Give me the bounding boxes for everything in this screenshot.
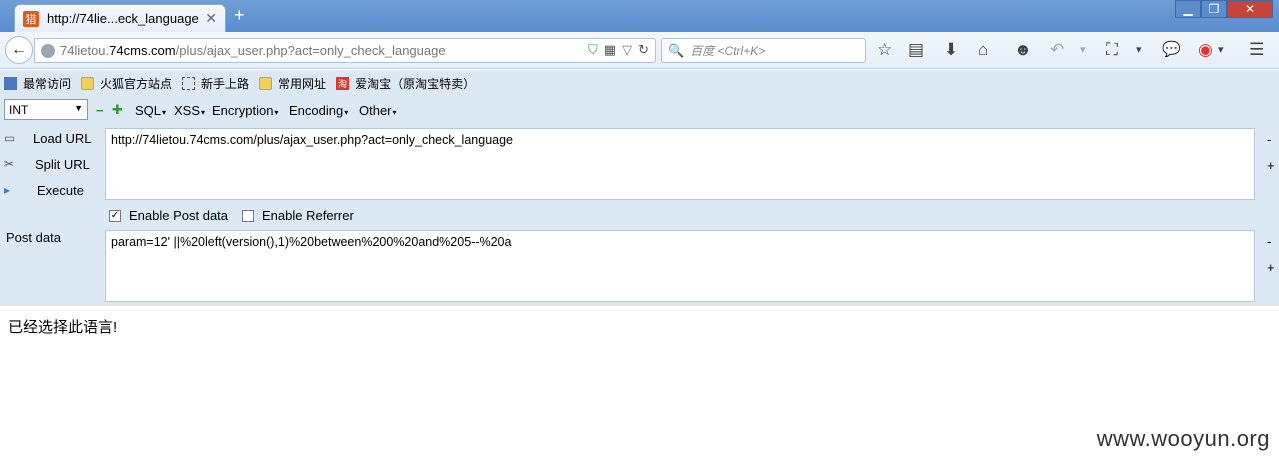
url-text: 74lietou.74cms.com/plus/ajax_user.php?ac… [60, 43, 446, 58]
tab-close-icon[interactable]: ✕ [205, 10, 217, 27]
chevron-down-icon: ▼ [74, 103, 83, 113]
minimize-button[interactable]: ▁ [1175, 0, 1201, 18]
post-expand-button[interactable]: + [1267, 260, 1275, 275]
type-select[interactable]: INT ▼ [4, 99, 88, 120]
undo-dropdown-icon[interactable]: ▾ [1080, 41, 1086, 59]
dashed-page-icon [182, 76, 196, 90]
url-shrink-button[interactable]: - [1267, 132, 1271, 147]
tab-favicon-icon: 猎 [23, 10, 39, 27]
folder-icon [259, 76, 273, 90]
chat-icon[interactable]: 💬 [1162, 41, 1181, 59]
crop-icon[interactable]: ⛶ [1106, 41, 1118, 59]
menu-xss[interactable]: XSS [174, 103, 205, 118]
menu-encryption[interactable]: Encryption [212, 103, 278, 118]
tab-title: http://74lie...eck_language [47, 11, 199, 26]
split-url-label: Split URL [35, 156, 90, 172]
watermark: www.wooyun.org [1096, 426, 1270, 451]
split-url-button[interactable]: ✂ Split URL [4, 157, 90, 172]
bookmark-label: 火狐官方站点 [100, 76, 173, 91]
most-visited-icon [4, 76, 17, 90]
bookmark-label: 最常访问 [23, 76, 72, 91]
execute-label: Execute [37, 182, 84, 198]
bookmark-taobao[interactable]: 淘 爱淘宝（原淘宝特卖） [336, 75, 475, 92]
title-bar: 猎 http://74lie...eck_language ✕ + ▁ ❐ ✕ [0, 0, 1279, 32]
enable-referrer-label: Enable Referrer [262, 208, 354, 223]
bookmark-star-icon[interactable]: ☆ [877, 41, 892, 59]
checkbox-unchecked-icon [242, 209, 254, 222]
taobao-icon: 淘 [336, 76, 350, 90]
url-expand-button[interactable]: + [1267, 158, 1275, 173]
home-icon[interactable]: ⌂ [978, 41, 988, 59]
bookmark-common-sites[interactable]: 常用网址 [259, 75, 326, 92]
folder-icon [81, 76, 95, 90]
checkbox-checked-icon: ✓ [109, 209, 121, 222]
post-data-label: Post data [6, 230, 61, 245]
addon-icon[interactable]: ◉ [1198, 41, 1213, 59]
bookmarks-bar: 最常访问 火狐官方站点 新手上路 常用网址 淘 爱淘宝（原淘宝特卖） [0, 70, 1279, 96]
hackbar-panel: INT ▼ − ✚ SQL XSS Encryption Encoding Ot… [0, 96, 1279, 306]
url-prefix: 74lietou. [60, 43, 110, 58]
search-icon: 🔍 [668, 42, 685, 58]
play-icon: ▸ [4, 183, 11, 197]
url-path: /plus/ajax_user.php?act=only_check_langu… [175, 43, 446, 58]
scissors-icon: ✂ [4, 157, 15, 171]
post-data-textarea[interactable]: param=12' ||%20left(version(),1)%20betwe… [105, 230, 1255, 302]
navigation-bar: ← 74lietou.74cms.com/plus/ajax_user.php?… [0, 32, 1279, 69]
browser-tab[interactable]: 猎 http://74lie...eck_language ✕ [14, 4, 226, 32]
execute-button[interactable]: ▸ Execute [4, 183, 84, 198]
enable-referrer-checkbox[interactable]: Enable Referrer [242, 208, 354, 223]
load-url-button[interactable]: ▭ Load URL [4, 131, 92, 146]
bookmark-label: 常用网址 [278, 76, 327, 91]
crop-dropdown-icon[interactable]: ▾ [1136, 41, 1142, 59]
enable-post-checkbox[interactable]: ✓ Enable Post data [109, 208, 228, 223]
bookmark-label: 爱淘宝（原淘宝特卖） [355, 76, 476, 91]
increment-icon[interactable]: ✚ [112, 102, 123, 118]
decrement-icon[interactable]: − [96, 103, 104, 118]
response-text: 已经选择此语言! [8, 319, 118, 336]
globe-icon [41, 43, 55, 58]
bookmark-label: 新手上路 [201, 76, 250, 91]
url-bar-icons: ⛉ ▦ ▽ ↻ [588, 42, 649, 58]
url-textarea[interactable]: http://74lietou.74cms.com/plus/ajax_user… [105, 128, 1255, 200]
undo-icon[interactable]: ↶ [1050, 41, 1064, 59]
bookmark-most-visited[interactable]: 最常访问 [4, 75, 71, 92]
window-close-button[interactable]: ✕ [1227, 0, 1273, 18]
addon-dropdown-icon[interactable]: ▾ [1218, 41, 1224, 59]
bookmark-getting-started[interactable]: 新手上路 [182, 75, 249, 92]
load-url-label: Load URL [33, 130, 92, 146]
bookmark-firefox-sites[interactable]: 火狐官方站点 [81, 75, 172, 92]
menu-encoding[interactable]: Encoding [289, 103, 348, 118]
menu-icon[interactable]: ☰ [1249, 41, 1264, 59]
enable-post-label: Enable Post data [129, 208, 229, 223]
reload-icon[interactable]: ↻ [638, 42, 649, 58]
url-bar[interactable]: 74lietou.74cms.com/plus/ajax_user.php?ac… [34, 38, 656, 63]
post-shrink-button[interactable]: - [1267, 234, 1271, 249]
history-dropdown-icon[interactable]: ▽ [622, 42, 632, 58]
search-input[interactable]: 🔍 百度 <Ctrl+K> [661, 38, 866, 63]
reading-list-icon[interactable]: ▤ [908, 41, 924, 59]
search-placeholder: 百度 <Ctrl+K> [690, 44, 766, 58]
download-icon[interactable]: ⬇ [944, 41, 958, 59]
url-domain: 74cms.com [109, 43, 176, 58]
menu-sql[interactable]: SQL [135, 103, 166, 118]
load-url-icon: ▭ [4, 131, 16, 145]
back-button[interactable]: ← [5, 36, 33, 64]
qr-code-icon[interactable]: ▦ [604, 42, 616, 58]
type-select-value: INT [9, 102, 29, 117]
new-tab-button[interactable]: + [234, 5, 245, 26]
emoji-icon[interactable]: ☻ [1014, 41, 1032, 59]
menu-other[interactable]: Other [359, 103, 397, 118]
maximize-button[interactable]: ❐ [1201, 0, 1227, 18]
shield-icon[interactable]: ⛉ [588, 42, 598, 58]
